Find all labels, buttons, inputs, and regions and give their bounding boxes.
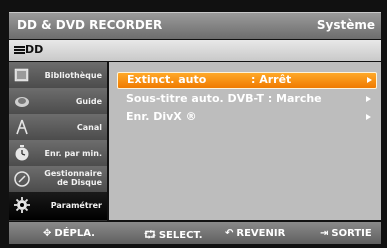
hint-exit: ⇥ SORTIE	[320, 228, 372, 239]
menu-item-label: Enr. DivX ®	[126, 110, 197, 123]
chevron-right-icon	[367, 77, 372, 83]
exit-icon: ⇥	[320, 228, 329, 239]
sidebar-item-timer[interactable]: Enr. par min.	[9, 140, 107, 167]
hint-select: ⮔ SELECT.	[144, 228, 203, 245]
section-title: Système	[316, 18, 375, 32]
sidebar-item-disc-manager[interactable]: Gestionnaire de Disque	[9, 166, 107, 193]
chevron-right-icon	[366, 96, 371, 102]
media-bar: DD	[9, 40, 381, 61]
timer-icon	[15, 145, 29, 161]
sidebar-item-label: Gestionnaire de Disque	[44, 169, 102, 187]
settings-panel: Extinct. auto : Arrêt Sous-titre auto. D…	[109, 62, 381, 220]
media-label: DD	[25, 43, 44, 56]
sidebar: Bibliothèque Guide Canal Enr. par min. G…	[9, 62, 107, 221]
menu-item-divx-registration[interactable]: Enr. DivX ®	[117, 110, 375, 124]
sidebar-item-label: Enr. par min.	[44, 149, 102, 158]
sidebar-item-label: Paramétrer	[50, 201, 102, 210]
chevron-right-icon	[366, 114, 371, 120]
hdd-icon	[14, 46, 25, 55]
window-title: DD & DVD RECORDER	[17, 18, 163, 32]
menu-item-auto-subtitle[interactable]: Sous-titre auto. DVB-T : Marche	[117, 92, 375, 106]
hint-move: ✥ DÉPLA.	[43, 228, 95, 239]
button-hint-bar: ✥ DÉPLA. ⮔ SELECT. ↶ REVENIR ⇥ SORTIE	[9, 222, 381, 244]
return-icon: ↶	[225, 228, 234, 239]
sidebar-item-label: Guide	[75, 97, 102, 106]
sidebar-item-settings[interactable]: Paramétrer	[9, 192, 107, 221]
menu-item-auto-power-off[interactable]: Extinct. auto : Arrêt	[117, 72, 377, 89]
antenna-icon	[16, 119, 28, 135]
hint-return: ↶ REVENIR	[225, 228, 286, 239]
disc-manager-icon	[14, 171, 30, 187]
title-bar: DD & DVD RECORDER Système	[9, 12, 381, 39]
guide-icon	[15, 97, 29, 107]
sidebar-item-guide[interactable]: Guide	[9, 88, 107, 115]
select-icon: ⮔	[144, 230, 156, 241]
menu-item-label: Extinct. auto	[127, 73, 207, 86]
settings-icon	[14, 197, 30, 213]
move-arrows-icon: ✥	[43, 228, 52, 239]
recorder-menu-screen: DD & DVD RECORDER Système DD Bibliothèqu…	[0, 0, 387, 248]
sidebar-item-label: Bibliothèque	[44, 71, 102, 80]
menu-item-value: : Arrêt	[251, 73, 292, 86]
menu-item-label: Sous-titre auto. DVB-T : Marche	[126, 92, 322, 105]
sidebar-item-label: Canal	[76, 123, 102, 132]
sidebar-item-channel[interactable]: Canal	[9, 114, 107, 141]
library-icon	[14, 68, 29, 82]
sidebar-item-library[interactable]: Bibliothèque	[9, 62, 107, 89]
